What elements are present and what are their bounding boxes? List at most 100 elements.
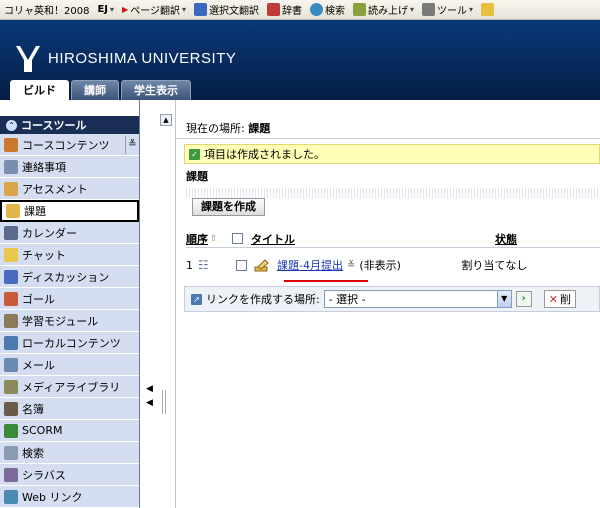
course-tools-heading[interactable]: ⌃ コースツール [0,116,139,134]
tab-build[interactable]: ビルド [10,80,69,100]
sidebar-item-label: メール [22,358,55,372]
breadcrumb-current: 課題 [248,122,271,135]
tab-student-view[interactable]: 学生表示 [121,80,191,100]
sidebar-item-announcement[interactable]: 連絡事項 [0,156,139,178]
roster-icon [4,401,18,416]
read-aloud-button[interactable]: 読み上げ ▾ [353,2,414,17]
sidebar-item-learning-module[interactable]: 学習モジュール [0,310,139,332]
dropdown-icon: ▾ [110,5,115,14]
sidebar-item-label: カレンダー [22,226,77,240]
sidebar-item-syllabus[interactable]: シラバス [0,464,139,486]
delete-button[interactable]: ✕ 削 [543,290,576,308]
tools-button[interactable]: ツール ▾ [422,2,473,17]
collapse-up-icon: ⌃ [6,119,17,131]
search-button[interactable]: 検索 [310,2,345,17]
check-icon: ✓ [189,148,200,160]
course-tools-sidebar: ⌃ コースツール コースコンテンツ ≚ 連絡事項アセスメント課題カレンダーチャットデ… [0,100,140,508]
sidebar-item-label: 検索 [22,446,44,460]
dictionary-button[interactable]: 辞書 [267,2,302,17]
main-content: 現在の場所: 課題 ✓ 項目は作成されました。 課題 課題を作成 順序 ⇧ タイ… [176,100,600,508]
sidebar-item-label: 連絡事項 [22,160,66,174]
select-all-checkbox[interactable] [232,233,243,244]
sidebar-item-label: SCORM [22,424,63,437]
role-tabs: ビルド 講師 学生表示 [10,80,191,100]
learning-module-icon [4,313,18,328]
browser-toolbar: コリャ英和！2008 EJ ▾ ▶ ページ翻訳 ▾ 選択文翻訳 辞書 検索 読み上げ ▾… [0,0,600,20]
sidebar-item-label: Web リンク [22,490,83,504]
scorm-icon [4,423,18,438]
korya-label[interactable]: コリャ英和！2008 [4,2,89,17]
assignment-title-link[interactable]: 課題-4月提出 [277,257,343,273]
sidebar-item-scorm[interactable]: SCORM [0,420,139,442]
help-button[interactable] [481,3,495,16]
sidebar-item-goal[interactable]: ゴール [0,288,139,310]
row-order: 1 [186,258,193,272]
item-menu-icon[interactable]: ≚ [347,260,355,271]
collapse-grip[interactable] [162,390,166,414]
media-library-icon [4,379,18,394]
sidebar-collapse-column: ▲ ◀ ◀ [140,100,176,508]
sidebar-item-roster[interactable]: 名簿 [0,398,139,420]
sidebar-item-calendar[interactable]: カレンダー [0,222,139,244]
dropdown-icon: ▾ [469,5,474,14]
chat-icon [4,247,18,262]
sidebar-item-label: シラバス [22,468,66,482]
course-tools-list: コースコンテンツ ≚ 連絡事項アセスメント課題カレンダーチャットディスカッション ゴー… [0,134,139,508]
assignment-icon [6,204,20,218]
web-link-icon [4,489,18,504]
course-content-icon [4,137,18,152]
search-icon [4,445,18,460]
sidebar-item-label: 名簿 [22,402,44,416]
sidebar-item-assignment[interactable]: 課題 [0,200,139,222]
sidebar-item-discussion[interactable]: ディスカッション [0,266,139,288]
search-icon [310,3,324,16]
sidebar-item-label: ディスカッション [22,270,110,284]
table-row: 1 ☷ 課題-4月提出 ≚ (非表示) 割り当てなし [186,254,600,276]
breadcrumb: 現在の場所: 課題 [186,122,271,135]
sidebar-item-label: コースコンテンツ [22,138,110,152]
collapse-arrows-icon[interactable]: ◀ ◀ [146,382,153,410]
chevron-down-icon: ▼ [496,291,511,307]
sidebar-item-assessment[interactable]: アセスメント [0,178,139,200]
page-translate-button[interactable]: ▶ ページ翻訳 ▾ [122,2,186,17]
sidebar-item-label: チャット [22,248,66,262]
ej-button[interactable]: EJ ▾ [97,4,114,15]
link-location-select[interactable]: - 選択 - ▼ [323,290,512,308]
sidebar-item-media-library[interactable]: メディアライブラリ [0,376,139,398]
collapse-icon[interactable]: ≚ [125,135,139,154]
sidebar-item-web-link[interactable]: Web リンク [0,486,139,508]
create-assignment-button[interactable]: 課題を作成 [192,198,265,216]
dropdown-icon: ▾ [410,5,415,14]
sidebar-item-course-content[interactable]: コースコンテンツ ≚ [0,134,139,156]
column-status[interactable]: 状態 [495,231,517,247]
link-icon: ↗ [191,293,202,305]
sidebar-item-label: 学習モジュール [22,314,99,328]
column-title[interactable]: タイトル [251,231,495,247]
scroll-up-icon[interactable]: ▲ [160,114,172,126]
sidebar-item-mail[interactable]: メール [0,354,139,376]
sort-icon[interactable]: ⇧ [210,234,232,244]
assessment-icon [4,181,18,196]
row-checkbox[interactable] [236,259,247,271]
assignment-icon [254,259,269,272]
selection-translate-button[interactable]: 選択文翻訳 [194,2,259,17]
announcement-icon [4,159,18,174]
reorder-icon[interactable]: ☷ [198,258,220,272]
local-content-icon [4,335,18,350]
tools-icon [422,3,436,16]
column-order[interactable]: 順序 [186,231,210,247]
sidebar-item-label: ローカルコンテンツ [22,336,121,350]
go-button[interactable]: › [515,291,532,307]
syllabus-icon [4,467,18,482]
page-title: 課題 [186,170,208,183]
tab-instructor[interactable]: 講師 [71,80,119,100]
help-icon [481,3,495,16]
play-icon: ▶ [122,5,129,14]
sidebar-item-search[interactable]: 検索 [0,442,139,464]
sidebar-item-label: アセスメント [22,182,88,196]
sidebar-item-label: ゴール [22,292,55,306]
dropdown-icon: ▾ [182,5,187,14]
sidebar-item-chat[interactable]: チャット [0,244,139,266]
divider [176,138,600,139]
sidebar-item-local-content[interactable]: ローカルコンテンツ [0,332,139,354]
